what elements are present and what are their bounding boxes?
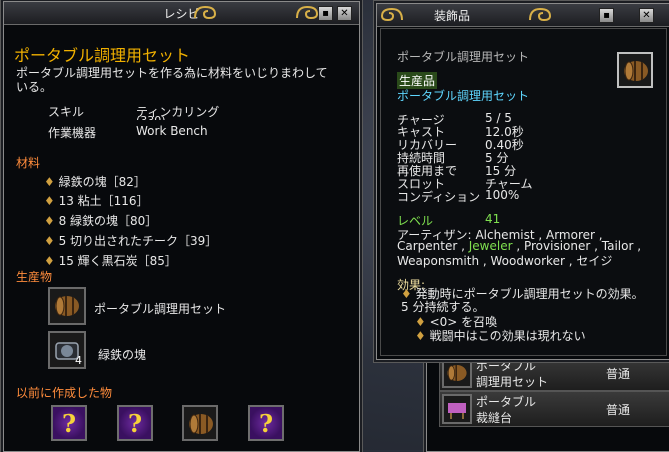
swirl-ornament-icon <box>529 7 552 22</box>
previous-header: 以前に作成した物 <box>16 386 113 400</box>
list-item-name: 調理用セット <box>476 375 549 389</box>
ore-icon[interactable]: 4 <box>48 331 86 369</box>
barrel-icon <box>442 358 472 388</box>
materials-header: 材料 <box>16 156 41 170</box>
material-item: ♦ 緑鉄の塊［82］ <box>44 175 146 189</box>
swirl-ornament-icon <box>380 7 403 22</box>
tooltip-category-item: ポータブル調理用セット <box>397 89 530 103</box>
swirl-ornament-icon <box>296 5 319 20</box>
barrel-icon[interactable] <box>48 287 86 325</box>
level-value: 41 <box>485 212 501 226</box>
artisan-classes-line3: Weaponsmith , Woodworker , セイジ <box>397 254 613 268</box>
recipe-description: ポータブル調理用セットを作る為に材料をいじりまわしている。 <box>16 66 328 94</box>
tooltip-window: 装飾品 ▪ ✕ ポータブル調理用セット 生産品 ポータブル調理用セット チャージ… <box>376 3 669 360</box>
recipe-item-name: ポータブル調理用セット <box>14 46 191 65</box>
question-icon[interactable]: ? <box>117 405 153 441</box>
tooltip-item-name: ポータブル調理用セット <box>397 50 530 64</box>
products-header: 生産物 <box>16 270 53 284</box>
stat-label: コンディション <box>397 190 481 204</box>
product-count: 4 <box>75 354 82 367</box>
list-item-name: ポータブル <box>476 395 537 409</box>
list-item-difficulty: 普通 <box>606 403 631 417</box>
device-value: Work Bench <box>136 124 208 138</box>
material-item: ♦ 13 粘土［116］ <box>44 194 149 208</box>
recipe-window: レシピ ▪ ✕ ポータブル調理用セット ポータブル調理用セットを作る為に材料をい… <box>3 1 360 452</box>
bullet-icon: ♦ <box>44 194 59 208</box>
sewing-table-icon <box>442 394 472 424</box>
question-icon[interactable]: ? <box>51 405 87 441</box>
list-item-name: 裁縫台 <box>476 411 513 425</box>
bullet-icon: ♦ <box>44 234 59 248</box>
bullet-icon: ♦ <box>44 214 59 228</box>
swirl-ornament-icon <box>194 5 217 20</box>
list-row[interactable]: ポータブル 裁縫台 普通 <box>439 391 669 427</box>
barrel-icon[interactable] <box>182 405 218 441</box>
recipe-list-window: ポータブル 調理用セット 普通 ポータブル 裁縫台 普通 <box>426 344 669 452</box>
close-button[interactable]: ✕ <box>337 6 352 21</box>
bullet-icon: ♦ <box>44 175 59 189</box>
minimize-button[interactable]: ▪ <box>599 8 614 23</box>
device-label: 作業機器 <box>48 126 97 140</box>
stat-value: 100% <box>485 188 520 202</box>
question-icon[interactable]: ? <box>248 405 284 441</box>
bullet-icon: ♦ <box>44 254 59 268</box>
list-row[interactable]: ポータブル 調理用セット 普通 <box>439 355 669 391</box>
tooltip-titlebar[interactable]: 装飾品 ▪ ✕ <box>377 4 669 27</box>
effect-sub: ♦ 戦闘中はこの効果は現れない <box>415 329 586 343</box>
list-item-difficulty: 普通 <box>606 367 631 381</box>
skill-label: スキル <box>48 105 85 119</box>
effect-main: ♦ 発動時にポータブル調理用セットの効果。5 分持続する。 <box>401 287 644 314</box>
artisan-classes-line2: Carpenter , Jeweler , Provisioner , Tail… <box>397 239 642 253</box>
material-item: ♦ 15 輝く黒石炭［85］ <box>44 254 177 268</box>
product-name: 緑鉄の塊 <box>98 348 147 362</box>
minimize-button[interactable]: ▪ <box>318 6 333 21</box>
product-name: ポータブル調理用セット <box>94 302 227 316</box>
bullet-icon: ♦ <box>401 287 416 301</box>
barrel-icon <box>617 52 653 88</box>
skill-level: (330) <box>136 114 166 120</box>
material-item: ♦ 8 緑鉄の塊［80］ <box>44 214 158 228</box>
close-button[interactable]: ✕ <box>639 8 654 23</box>
recipe-titlebar[interactable]: レシピ ▪ ✕ <box>4 2 359 25</box>
bullet-icon: ♦ <box>415 329 430 343</box>
material-item: ♦ 5 切り出されたチーク［39］ <box>44 234 218 248</box>
